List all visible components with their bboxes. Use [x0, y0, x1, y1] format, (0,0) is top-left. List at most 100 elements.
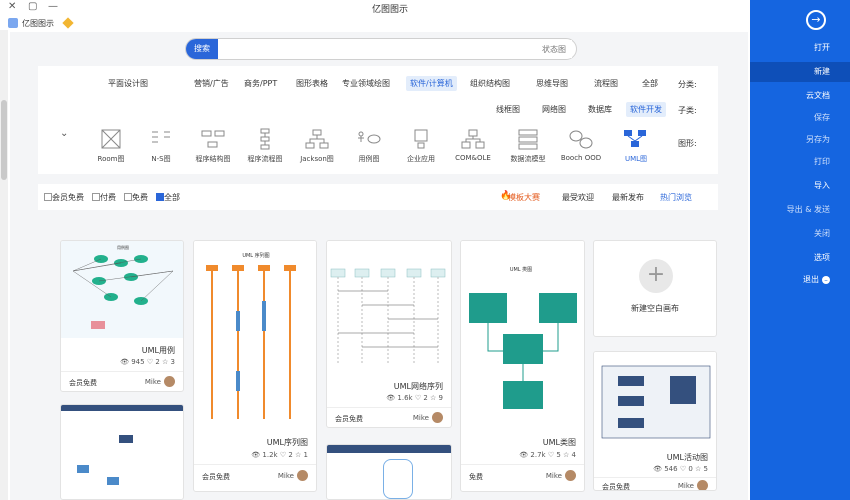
card-title: 新建空白画布	[631, 304, 679, 313]
thumbnail-label: UML 类图	[510, 266, 532, 273]
shape-com[interactable]: COM&OLE	[449, 154, 497, 162]
sidebar-item-print[interactable]: 打印	[750, 152, 850, 172]
shape-enterprise[interactable]: 企业应用	[397, 154, 445, 164]
shape-uml[interactable]: UML图	[612, 154, 660, 164]
category-business[interactable]: 商务/PPT	[240, 76, 281, 91]
program-structure-shape-icon[interactable]	[200, 128, 226, 150]
sub-software-dev[interactable]: 软件开发	[626, 102, 666, 117]
scrollbar-thumb[interactable]	[1, 100, 7, 180]
template-card[interactable]	[60, 404, 184, 500]
maximize-window-button[interactable]: ▢	[28, 1, 37, 12]
sidebar-item-import[interactable]: 导入	[750, 176, 850, 196]
card-price: 会员免费	[335, 415, 363, 423]
card-author: Mike	[678, 480, 708, 490]
card-author: Mike	[546, 470, 576, 481]
card-thumbnail	[594, 352, 716, 444]
new-blank-card[interactable]: + 新建空白画布	[593, 240, 717, 337]
sidebar-item-exit[interactable]: 退出 –	[750, 270, 850, 290]
template-card[interactable]: UML网络序列 👁 1.6k ♡ 2 ☆ 9 Mike 会员免费	[326, 240, 452, 428]
card-price: 免费	[469, 473, 483, 481]
dataflow-shape-icon[interactable]	[515, 128, 541, 150]
sub-label: 子类:	[678, 106, 697, 115]
template-card[interactable]: UML 序列图 UML序列图 👁 1.2k ♡ 2 ☆ 1 Mike 会员免费	[193, 240, 317, 492]
search-bar: 搜索	[185, 38, 577, 60]
category-professional[interactable]: 专业领域绘图	[338, 76, 394, 91]
jackson-shape-icon[interactable]	[304, 128, 330, 150]
sort-new[interactable]: 最新发布	[612, 192, 644, 203]
sidebar-item-options[interactable]: 选项	[750, 248, 850, 268]
sort-contest[interactable]: 模板大赛	[508, 192, 540, 203]
sidebar-item-close[interactable]: 关闭	[750, 224, 850, 244]
category-flowchart[interactable]: 流程图	[590, 76, 622, 91]
sidebar-item-new[interactable]: 新建	[750, 62, 850, 82]
category-orgchart[interactable]: 组织结构图	[466, 76, 514, 91]
card-price: 会员免费	[69, 379, 97, 387]
filter-member[interactable]: 会员免费	[42, 192, 84, 203]
card-title: UML网络序列	[393, 382, 443, 391]
card-thumbnail: UML 序列图	[194, 241, 316, 429]
uml-shape-icon[interactable]	[622, 128, 648, 150]
back-arrow-icon[interactable]: →	[806, 10, 826, 30]
category-marketing[interactable]: 营销/广告	[190, 76, 233, 91]
category-mindmap[interactable]: 思维导图	[532, 76, 572, 91]
room-shape-icon[interactable]	[98, 128, 124, 150]
brand-label[interactable]: 亿图图示	[22, 18, 54, 29]
sidebar-item-save-as[interactable]: 另存为	[750, 130, 850, 150]
plus-icon: +	[639, 259, 673, 293]
category-table[interactable]: 图形表格	[292, 76, 332, 91]
app-window: ✕ ▢ — 亿图图示 亿图图示 搜索 分类: 全部 流程图 思维导图 组织结构图…	[0, 0, 850, 500]
shape-dataflow[interactable]: 数据流模型	[504, 154, 552, 164]
card-stats: 👁 546 ♡ 0 ☆ 5	[653, 465, 708, 473]
vip-icon	[62, 17, 74, 29]
sidebar-item-save[interactable]: 保存	[750, 108, 850, 128]
title-bar: ✕ ▢ — 亿图图示	[0, 0, 750, 16]
card-title: UML序列图	[266, 438, 308, 447]
vertical-scrollbar[interactable]	[0, 30, 8, 500]
category-software[interactable]: 软件/计算机	[406, 76, 457, 91]
card-author: Mike	[413, 412, 443, 423]
avatar	[565, 470, 576, 481]
template-card[interactable]: 用例图 UML用例 👁 945 ♡ 2 ☆ 3 Mike 会员免费	[60, 240, 184, 392]
shape-jackson[interactable]: Jackson图	[293, 154, 341, 164]
category-graphic[interactable]: 平面设计图	[104, 76, 152, 91]
shape-room[interactable]: Room图	[87, 154, 135, 164]
program-flow-shape-icon[interactable]	[252, 128, 278, 150]
shape-ns[interactable]: N-S图	[137, 154, 185, 164]
template-card[interactable]	[326, 444, 452, 500]
sidebar-item-export[interactable]: 导出 & 发送	[750, 200, 850, 220]
sidebar-item-open[interactable]: 打开	[750, 38, 850, 58]
template-card[interactable]: UML活动图 👁 546 ♡ 0 ☆ 5 Mike 会员免费	[593, 351, 717, 491]
com-shape-icon[interactable]	[460, 128, 486, 150]
shape-booch[interactable]: Booch OOD	[557, 154, 605, 162]
booch-shape-icon[interactable]	[568, 128, 594, 150]
category-all[interactable]: 全部	[638, 76, 662, 91]
filter-paid[interactable]: 付费	[90, 192, 116, 203]
card-thumbnail: UML 类图	[461, 241, 584, 429]
chevron-down-icon[interactable]: ⌄	[60, 128, 68, 139]
close-window-button[interactable]: ✕	[8, 1, 16, 12]
sub-network[interactable]: 网络图	[538, 102, 570, 117]
filter-panel: 分类: 全部 流程图 思维导图 组织结构图 软件/计算机 专业领域绘图 图形表格…	[38, 66, 718, 174]
filter-all[interactable]: 全部	[154, 192, 180, 203]
ns-shape-icon[interactable]	[148, 128, 174, 150]
enterprise-shape-icon[interactable]	[408, 128, 434, 150]
avatar	[432, 412, 443, 423]
usecase-shape-icon[interactable]	[356, 128, 382, 150]
minimize-window-button[interactable]: —	[48, 1, 58, 12]
chat-icon[interactable]	[8, 18, 18, 28]
sidebar-item-cloud[interactable]: 云文档	[750, 86, 850, 106]
sub-database[interactable]: 数据库	[584, 102, 616, 117]
template-card[interactable]: UML 类图 UML类图 👁 2.7k ♡ 5 ☆ 4 Mike 免费	[460, 240, 585, 492]
shape-program-flow[interactable]: 程序流程图	[241, 154, 289, 164]
filter-free[interactable]: 免费	[122, 192, 148, 203]
sort-popular[interactable]: 最受欢迎	[562, 192, 594, 203]
search-button[interactable]: 搜索	[186, 39, 218, 59]
shape-usecase[interactable]: 用例图	[345, 154, 393, 164]
sort-hot[interactable]: 热门浏览	[660, 192, 692, 203]
search-input[interactable]	[222, 40, 572, 58]
shape-program-structure[interactable]: 程序结构图	[189, 154, 237, 164]
sub-wireframe[interactable]: 线框图	[492, 102, 524, 117]
brand-bar: 亿图图示	[0, 16, 750, 32]
avatar	[164, 376, 175, 387]
shape-label: 图形:	[678, 139, 697, 148]
